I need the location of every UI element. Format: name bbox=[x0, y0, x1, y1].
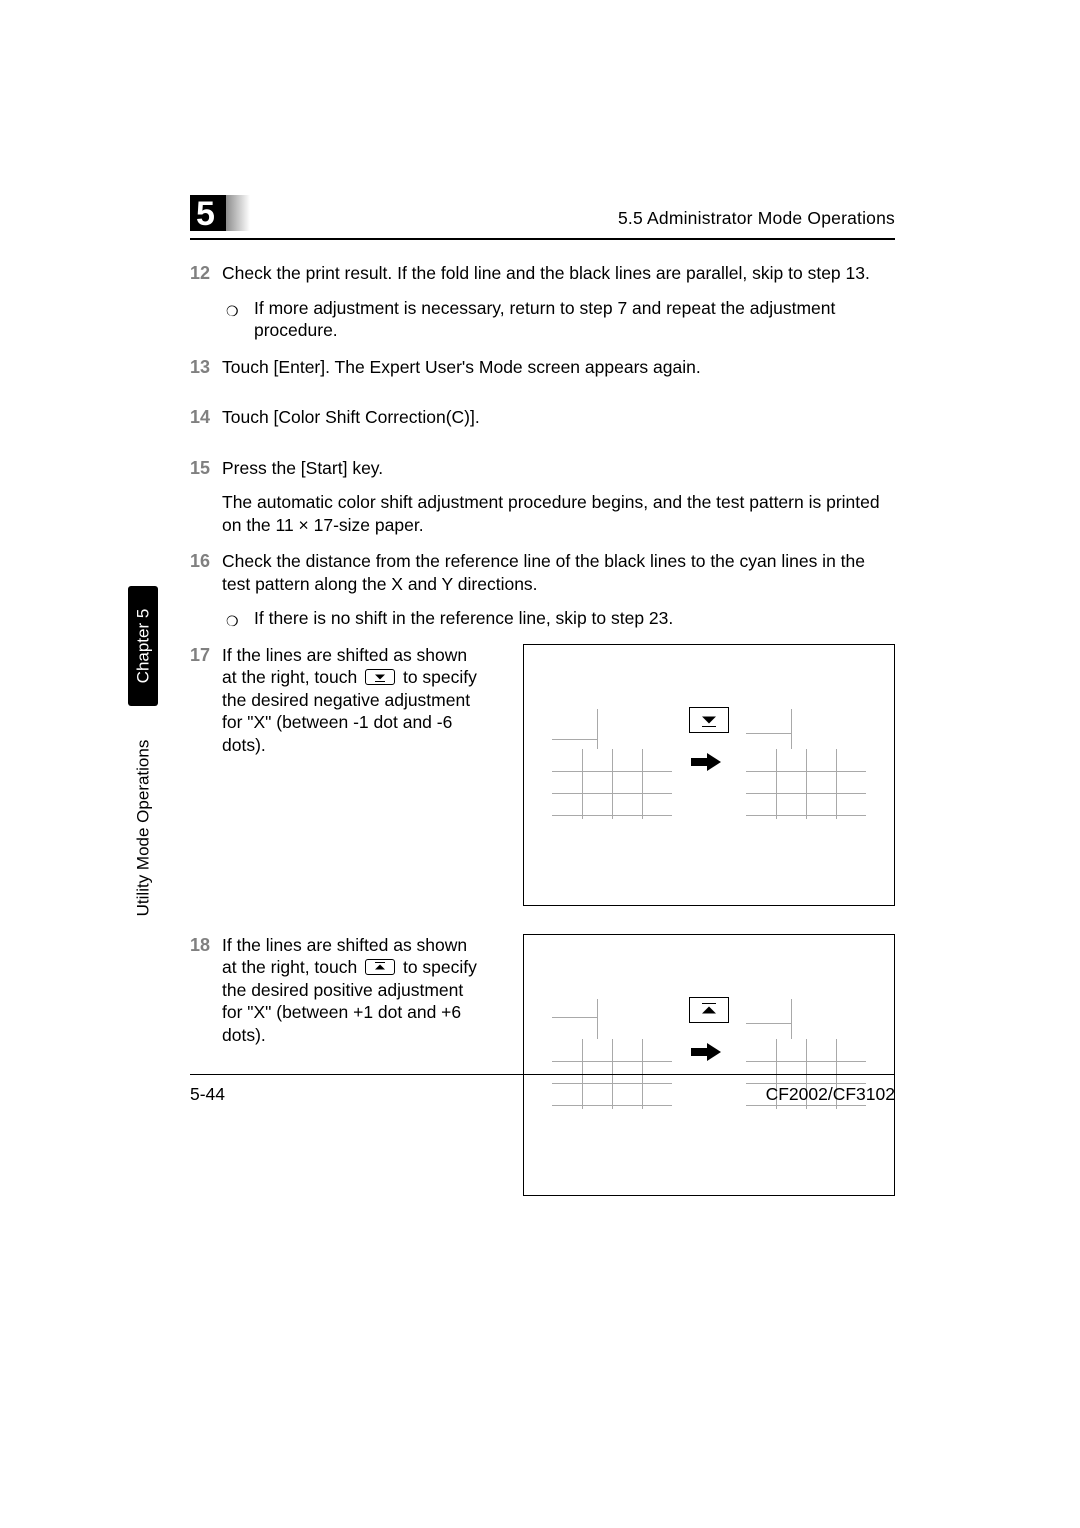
step-text: Check the print result. If the fold line… bbox=[222, 263, 870, 283]
bullet-icon: ❍ bbox=[226, 300, 239, 323]
step-15-after: The automatic color shift adjustment pro… bbox=[192, 491, 895, 536]
step-number: 18 bbox=[190, 934, 220, 957]
right-arrow-icon bbox=[691, 753, 721, 771]
step-text: Press the [Start] key. bbox=[222, 458, 383, 478]
step-text: Check the distance from the reference li… bbox=[222, 551, 865, 594]
figure-18 bbox=[523, 934, 895, 1196]
bullet-icon: ❍ bbox=[226, 610, 239, 633]
step-17: 17 If the lines are shifted as shown at … bbox=[192, 644, 482, 757]
substep-text: If more adjustment is necessary, return … bbox=[254, 298, 835, 341]
step-15: 15 Press the [Start] key. bbox=[192, 457, 895, 480]
step-18-row: 18 If the lines are shifted as shown at … bbox=[192, 934, 895, 1196]
step-number: 14 bbox=[190, 406, 220, 429]
down-key-icon bbox=[365, 669, 395, 685]
step-13: 13 Touch [Enter]. The Expert User's Mode… bbox=[192, 356, 895, 379]
down-key-icon bbox=[689, 707, 729, 733]
step-17-row: 17 If the lines are shifted as shown at … bbox=[192, 644, 895, 906]
step-18: 18 If the lines are shifted as shown at … bbox=[192, 934, 482, 1047]
step-number: 17 bbox=[190, 644, 220, 667]
grid-before bbox=[552, 749, 672, 819]
section-tab-label: Utility Mode Operations bbox=[133, 739, 153, 916]
up-key-icon bbox=[689, 997, 729, 1023]
grid-after bbox=[746, 749, 866, 819]
header-rule bbox=[190, 238, 895, 240]
step-16: 16 Check the distance from the reference… bbox=[192, 550, 895, 595]
step-number: 13 bbox=[190, 356, 220, 379]
chapter-tab: Chapter 5 bbox=[128, 586, 158, 706]
chapter-number-fade bbox=[226, 195, 250, 231]
right-arrow-icon bbox=[691, 1043, 721, 1061]
section-tab: Utility Mode Operations bbox=[128, 720, 158, 935]
section-title: 5.5 Administrator Mode Operations bbox=[618, 208, 895, 229]
substep-text: If there is no shift in the reference li… bbox=[254, 608, 673, 628]
step-16-sub: ❍ If there is no shift in the reference … bbox=[192, 607, 895, 630]
up-key-icon bbox=[365, 959, 395, 975]
footer-rule bbox=[190, 1074, 895, 1075]
step-number: 15 bbox=[190, 457, 220, 480]
step-text: Touch [Color Shift Correction(C)]. bbox=[222, 407, 480, 427]
step-12: 12 Check the print result. If the fold l… bbox=[192, 262, 895, 285]
chapter-tab-label: Chapter 5 bbox=[133, 609, 153, 684]
footer-model: CF2002/CF3102 bbox=[766, 1084, 895, 1105]
figure-17 bbox=[523, 644, 895, 906]
step-number: 12 bbox=[190, 262, 220, 285]
footer-page-number: 5-44 bbox=[190, 1084, 225, 1105]
step-text: Touch [Enter]. The Expert User's Mode sc… bbox=[222, 357, 701, 377]
step-12-sub: ❍ If more adjustment is necessary, retur… bbox=[192, 297, 895, 342]
chapter-number: 5 bbox=[196, 197, 215, 231]
step-number: 16 bbox=[190, 550, 220, 573]
step-14: 14 Touch [Color Shift Correction(C)]. bbox=[192, 406, 895, 429]
